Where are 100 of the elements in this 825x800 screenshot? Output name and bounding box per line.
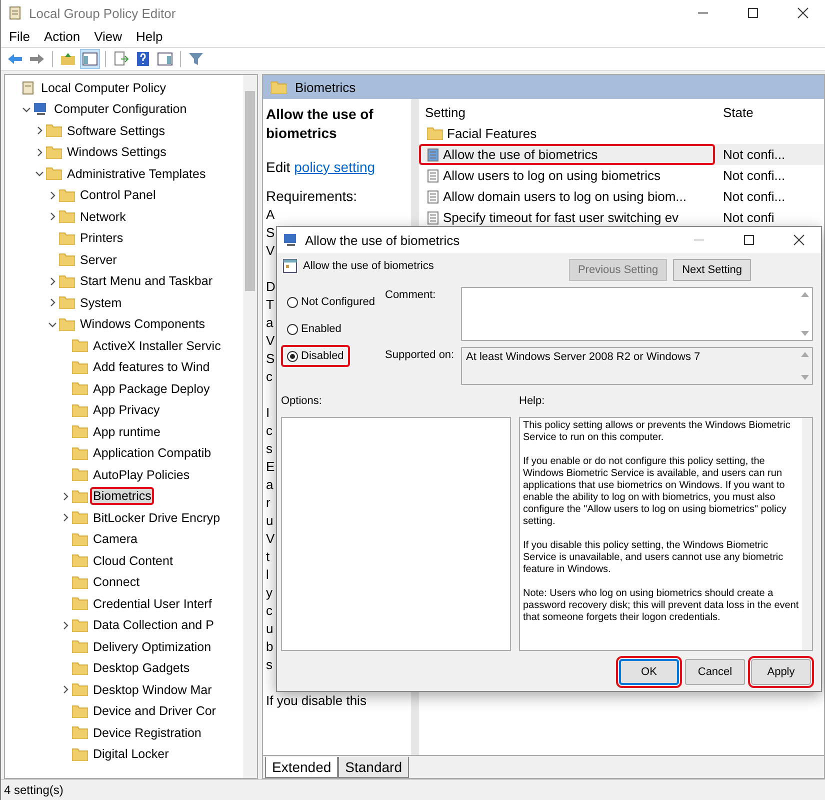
radio-option[interactable]: Not Configured bbox=[281, 291, 381, 313]
dialog-button[interactable]: Cancel bbox=[685, 659, 745, 685]
tree-item[interactable]: Connect bbox=[90, 573, 143, 592]
tree-item[interactable]: Computer Configuration bbox=[51, 100, 190, 118]
tree-item[interactable]: AutoPlay Policies bbox=[90, 466, 193, 484]
description-title: Allow the use of biometrics bbox=[266, 105, 374, 143]
description-text: S bbox=[266, 224, 275, 242]
tree-item[interactable]: Application Compatib bbox=[90, 444, 214, 462]
tree-item[interactable]: Desktop Window Mar bbox=[90, 680, 215, 699]
folder-icon bbox=[72, 597, 88, 610]
tree-item[interactable]: App runtime bbox=[90, 422, 164, 441]
setting-row[interactable]: Allow the use of biometrics Not confi... bbox=[419, 144, 824, 165]
tree-item[interactable]: System bbox=[77, 294, 125, 312]
tree-item[interactable]: Start Menu and Taskbar bbox=[77, 272, 216, 290]
tree-item[interactable]: Local Computer Policy bbox=[38, 78, 170, 97]
radio-option[interactable]: Disabled bbox=[281, 345, 350, 367]
chevron-down-icon[interactable] bbox=[22, 104, 30, 114]
chevron-right-icon[interactable] bbox=[60, 620, 70, 630]
scrollbar[interactable] bbox=[243, 75, 257, 778]
tree-item[interactable]: Control Panel bbox=[77, 186, 159, 204]
tree-item[interactable]: Data Collection and P bbox=[90, 616, 217, 634]
chevron-right-icon[interactable] bbox=[48, 212, 56, 222]
folder-icon bbox=[72, 704, 88, 718]
folder-icon bbox=[59, 232, 75, 245]
help-text: If you disable this policy setting, the Windows Biometric Service is unavailable, and users cannot use any biometric feature in Windows. bbox=[523, 540, 784, 576]
tree-item[interactable]: Network bbox=[77, 208, 129, 226]
chevron-down-icon[interactable] bbox=[34, 169, 44, 178]
window-title: Local Group Policy Editor bbox=[29, 6, 176, 20]
settings-window-icon bbox=[283, 259, 297, 273]
close-icon[interactable] bbox=[793, 234, 805, 246]
tree-item[interactable]: Biometrics bbox=[90, 487, 154, 506]
tree-item[interactable]: Printers bbox=[77, 229, 126, 248]
column-header[interactable]: State bbox=[715, 104, 754, 120]
navigation-button[interactable]: Next Setting bbox=[673, 259, 751, 281]
policy-setting-link[interactable]: policy setting bbox=[294, 159, 376, 175]
tree-item[interactable]: Device Registration bbox=[90, 724, 204, 742]
help-text: If you enable or do not configure this policy setting, the Windows Biometric Service is available, and users can run applications that use biometrics on Windows. If you want to enable the ability to log on with biometrics, you must also configure the "Allow users to log on using biometrics" policy setting. bbox=[523, 456, 788, 528]
chevron-right-icon[interactable] bbox=[60, 492, 70, 501]
tree-item[interactable]: Windows Settings bbox=[64, 143, 170, 162]
folder-icon bbox=[72, 554, 88, 568]
tree-item[interactable]: Windows Components bbox=[77, 315, 208, 334]
tree-item[interactable]: Server bbox=[77, 250, 120, 269]
description-text: l bbox=[266, 566, 269, 584]
chevron-right-icon[interactable] bbox=[60, 513, 70, 522]
folder-icon bbox=[72, 748, 88, 761]
console-tree-icon[interactable] bbox=[80, 49, 100, 69]
tree-item[interactable]: ActiveX Installer Servic bbox=[90, 336, 224, 355]
folder-icon bbox=[59, 296, 75, 310]
setting-state: Not confi bbox=[722, 210, 774, 225]
scrollbar[interactable] bbox=[802, 418, 812, 650]
description-text: b bbox=[266, 638, 274, 656]
tree-item[interactable]: Delivery Optimization bbox=[90, 638, 214, 656]
setting-row[interactable]: Facial Features bbox=[419, 123, 824, 144]
tree-item[interactable]: App Package Deploy bbox=[90, 380, 213, 398]
setting-row[interactable]: Allow users to log on using biometrics Not confi... bbox=[419, 165, 824, 186]
tree-item[interactable]: Administrative Templates bbox=[64, 164, 209, 183]
menu-item[interactable]: Help bbox=[136, 29, 163, 44]
chevron-right-icon[interactable] bbox=[34, 148, 44, 157]
dialog-button[interactable]: Apply bbox=[751, 659, 811, 685]
menu-item[interactable]: File bbox=[9, 29, 30, 44]
folder-icon bbox=[46, 167, 62, 180]
setting-state: Not confi... bbox=[722, 147, 786, 162]
tree-item[interactable]: Cloud Content bbox=[90, 552, 176, 570]
supported-on-field: At least Windows Server 2008 R2 or Windows 7 bbox=[461, 347, 813, 385]
folder-icon bbox=[59, 210, 75, 224]
view-tab[interactable]: Extended bbox=[265, 757, 338, 778]
folder-icon bbox=[427, 127, 443, 140]
chevron-right-icon[interactable] bbox=[48, 276, 56, 286]
folder-icon bbox=[72, 360, 88, 374]
chevron-right-icon[interactable] bbox=[60, 685, 70, 694]
chevron-right-icon[interactable] bbox=[34, 126, 44, 136]
menu-item[interactable]: Action bbox=[44, 29, 80, 44]
tree-item[interactable]: Camera bbox=[90, 530, 140, 548]
dialog-button[interactable]: OK bbox=[619, 659, 679, 685]
chevron-down-icon[interactable] bbox=[48, 320, 56, 329]
view-tab[interactable]: Standard bbox=[338, 757, 409, 778]
maximize-icon[interactable] bbox=[747, 7, 759, 19]
tree-item[interactable]: Add features to Wind bbox=[90, 358, 213, 376]
close-icon[interactable] bbox=[797, 7, 809, 19]
menu-item[interactable]: View bbox=[94, 29, 122, 44]
description-text: a bbox=[266, 314, 274, 332]
tree-item[interactable]: Desktop Gadgets bbox=[90, 659, 193, 678]
description-text: I bbox=[266, 404, 270, 422]
setting-row[interactable]: Specify timeout for fast user switching ev Not confi bbox=[419, 207, 824, 228]
radio-option[interactable]: Enabled bbox=[281, 318, 348, 340]
setting-row[interactable]: Allow domain users to log on using biom... Not confi... bbox=[419, 186, 824, 207]
tree-item[interactable]: Software Settings bbox=[64, 122, 168, 140]
tree-item[interactable]: Digital Locker bbox=[90, 745, 172, 764]
tree-item[interactable]: BitLocker Drive Encryp bbox=[90, 508, 224, 527]
description-text: c bbox=[266, 422, 272, 440]
tree-item[interactable]: Credential User Interf bbox=[90, 594, 215, 613]
maximize-icon[interactable] bbox=[743, 234, 755, 246]
column-header[interactable]: Setting bbox=[419, 104, 715, 120]
chevron-right-icon[interactable] bbox=[48, 298, 56, 308]
tree-item[interactable]: Device and Driver Cor bbox=[90, 702, 219, 720]
tree-item[interactable]: App Privacy bbox=[90, 401, 163, 420]
chevron-right-icon[interactable] bbox=[48, 190, 56, 200]
setting-name: Allow domain users to log on using biom... bbox=[443, 189, 687, 204]
setting-name: Specify timeout for fast user switching ev bbox=[443, 210, 679, 225]
description-text: S bbox=[266, 350, 275, 368]
